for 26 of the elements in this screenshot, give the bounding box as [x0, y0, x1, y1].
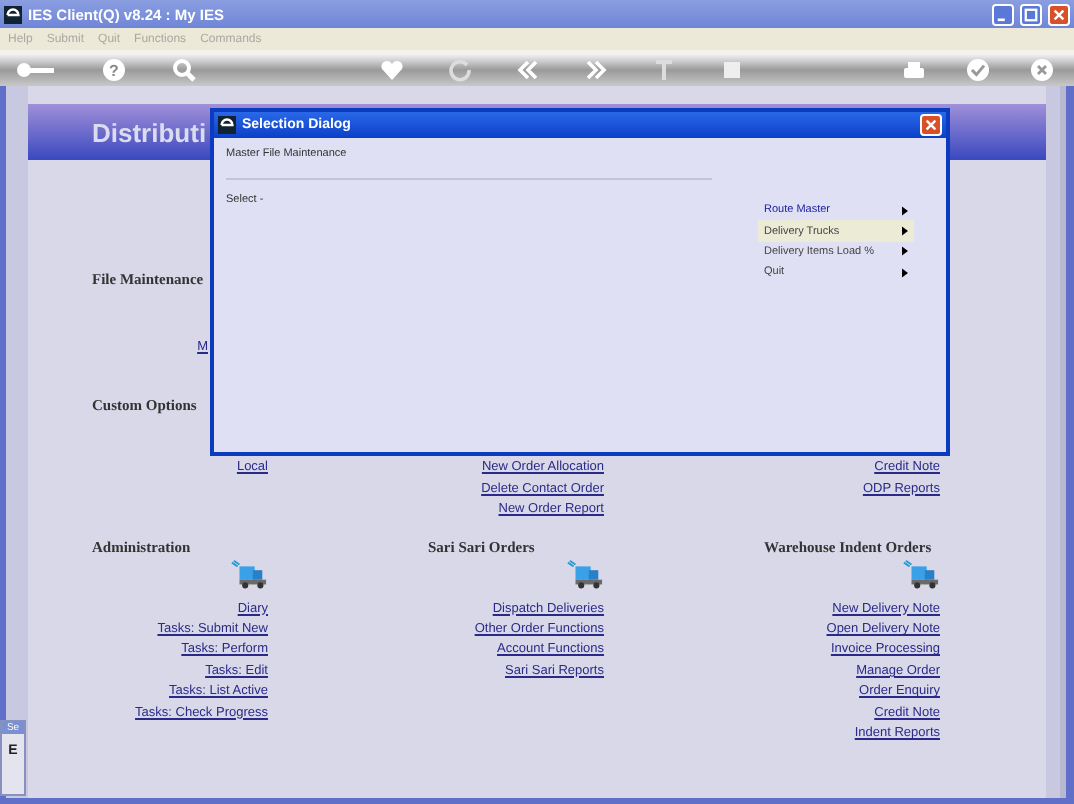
minimize-button[interactable]: [992, 3, 1014, 25]
check-icon[interactable]: [966, 58, 990, 82]
close-icon: [924, 118, 938, 132]
double-left-icon[interactable]: [516, 58, 540, 82]
page-title: Distributi: [92, 117, 207, 147]
maximize-icon: [1024, 7, 1038, 21]
app-icon: [218, 116, 236, 134]
close-icon: [1052, 7, 1066, 21]
double-right-icon[interactable]: [584, 58, 608, 82]
close-icon[interactable]: [1030, 58, 1054, 82]
truck-icon: [566, 557, 604, 590]
close-button[interactable]: [1048, 3, 1070, 25]
maximize-button[interactable]: [1020, 3, 1042, 25]
refresh-icon[interactable]: [448, 58, 472, 82]
text-icon[interactable]: [652, 58, 676, 82]
close-button[interactable]: [920, 114, 942, 136]
scrollbar[interactable]: [1060, 86, 1066, 798]
app-icon: [4, 5, 22, 23]
stop-icon[interactable]: [720, 58, 744, 82]
help-icon[interactable]: ?: [102, 58, 126, 82]
key-icon[interactable]: [16, 60, 56, 80]
truck-icon: [902, 557, 940, 590]
printer-icon[interactable]: [902, 58, 926, 82]
heart-icon[interactable]: [380, 58, 404, 82]
search-icon[interactable]: [172, 58, 196, 82]
truck-icon: [230, 557, 268, 590]
